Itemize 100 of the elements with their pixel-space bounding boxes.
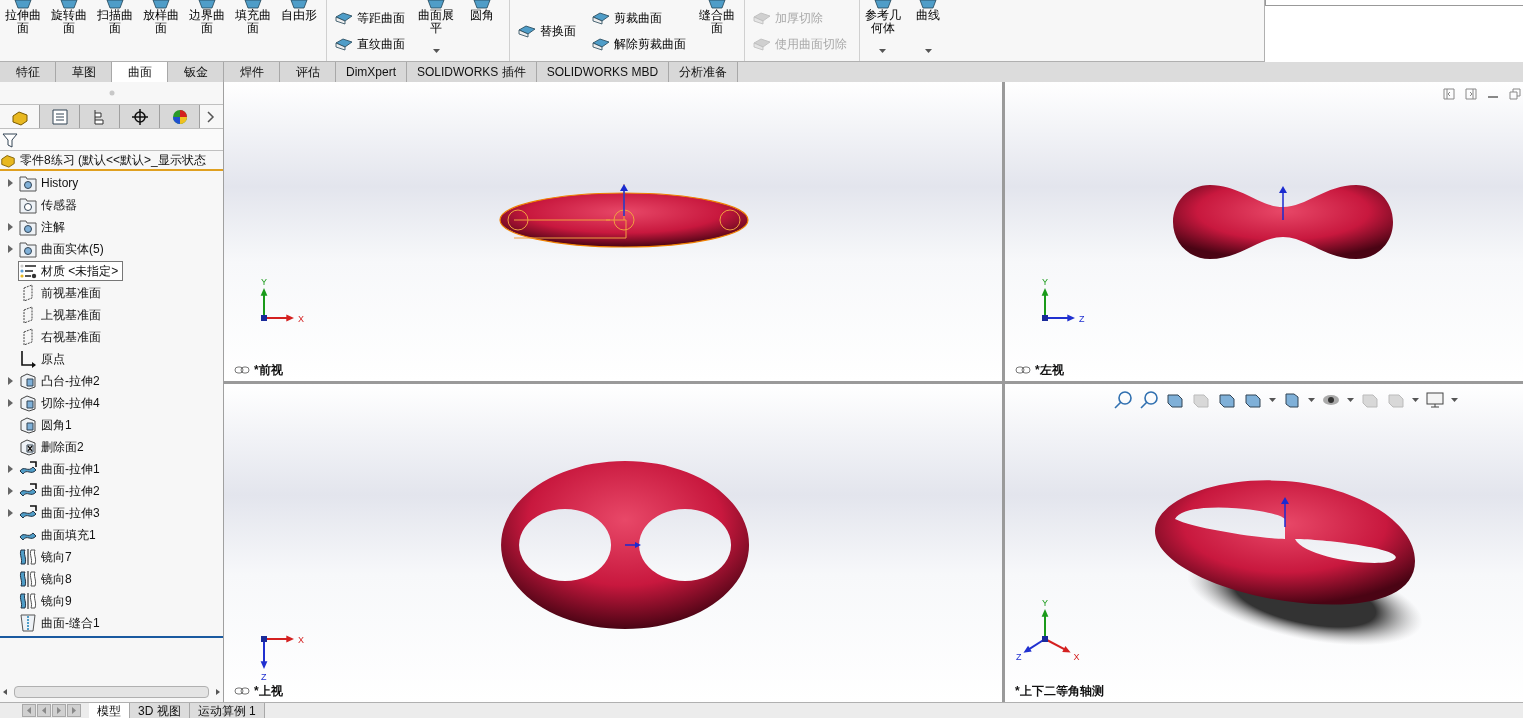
command-tab[interactable]: SOLIDWORKS 插件 — [407, 62, 537, 82]
model-tab[interactable]: 3D 视图 — [130, 703, 190, 718]
appearance-icon[interactable] — [160, 105, 200, 128]
expand-arrow-icon[interactable] — [7, 509, 13, 517]
ribbon-tool-button[interactable]: 填充曲面 — [230, 0, 276, 61]
ribbon-tool-button[interactable]: 曲线 — [905, 0, 951, 61]
command-tab[interactable]: SOLIDWORKS MBD — [536, 62, 670, 82]
pane-left-icon[interactable] — [1443, 88, 1455, 100]
expand-arrow-icon[interactable] — [7, 179, 13, 187]
graphics-viewport[interactable]: Y Z X *上下二等角轴测 — [1005, 384, 1523, 702]
expand-arrow-icon[interactable] — [7, 377, 13, 385]
tree-item[interactable]: 圆角1 — [18, 415, 77, 435]
horizontal-scrollbar[interactable] — [14, 686, 209, 698]
command-tab[interactable]: 草图 — [56, 62, 112, 82]
tree-item[interactable]: 镜向7 — [18, 547, 77, 567]
view-label: *上视 — [254, 683, 283, 700]
expand-arrow-icon[interactable] — [7, 223, 13, 231]
model-tab[interactable]: 运动算例 1 — [189, 703, 265, 718]
expand-arrow-icon[interactable] — [7, 245, 13, 253]
feature-icon — [19, 394, 37, 412]
expand-arrow-icon[interactable] — [7, 487, 13, 495]
tree-item[interactable]: 传感器 — [18, 195, 82, 215]
folder-icon — [19, 240, 37, 258]
ribbon-tool-button[interactable]: 解除剪裁曲面 — [592, 34, 686, 53]
tree-item[interactable]: 曲面填充1 — [18, 525, 101, 545]
graphics-viewport[interactable]: Y Z *左视 — [1005, 82, 1523, 381]
tool-icon — [289, 0, 309, 9]
tool-icon — [335, 36, 353, 51]
tree-item[interactable]: 曲面-拉伸2 — [18, 481, 105, 501]
ribbon-tool-button[interactable]: 放样曲面 — [138, 0, 184, 61]
axis-label: Y — [1042, 598, 1048, 608]
command-tab[interactable]: 评估 — [280, 62, 336, 82]
tree-item[interactable]: 曲面-拉伸3 — [18, 503, 105, 523]
tool-icon — [592, 10, 610, 25]
command-tab[interactable]: DimXpert — [336, 62, 407, 82]
filter-icon — [2, 131, 18, 148]
tree-item[interactable]: 曲面-拉伸1 — [18, 459, 105, 479]
property-list-icon[interactable] — [40, 105, 80, 128]
axis-label: Z — [261, 672, 267, 682]
tree-item[interactable]: 材质 <未指定> — [18, 261, 124, 281]
tool-icon — [753, 36, 771, 51]
ribbon-tool-button[interactable]: 边界曲面 — [184, 0, 230, 61]
graphics-viewport[interactable]: Y X *前视 — [224, 82, 1002, 381]
model-tab[interactable]: 模型 — [89, 703, 130, 718]
expand-arrow-icon[interactable] — [7, 465, 13, 473]
ribbon-tool-button[interactable]: 自由形 — [276, 0, 322, 61]
link-icon — [1015, 366, 1031, 374]
chevron-right-icon[interactable] — [207, 110, 215, 123]
tool-icon — [872, 0, 893, 9]
tree-item[interactable]: 原点 — [18, 349, 70, 369]
tree-item[interactable]: 前视基准面 — [18, 283, 106, 303]
zoom-area-icon[interactable] — [1139, 390, 1159, 410]
ribbon-tool-button[interactable]: 参考几何体 — [859, 0, 905, 61]
ribbon-tool-button[interactable]: 曲面展平 — [413, 0, 459, 61]
command-tab[interactable]: 曲面 — [112, 62, 168, 82]
caret-icon — [1451, 398, 1458, 402]
tree-item[interactable]: History — [18, 173, 84, 193]
command-tab[interactable]: 焊件 — [224, 62, 280, 82]
axis-label: Z — [1016, 651, 1022, 662]
part-name[interactable]: 零件8练习 (默认<<默认>_显示状态 — [20, 151, 206, 169]
caret-icon — [1412, 398, 1419, 402]
axis-label: X — [1073, 651, 1080, 662]
tool-icon — [592, 36, 610, 51]
ribbon-tool-button[interactable]: 等距曲面 — [335, 8, 405, 27]
tree-item[interactable]: 曲面-缝合1 — [18, 613, 105, 633]
origin-marker — [1042, 636, 1048, 642]
ribbon-tool-button[interactable]: 缝合曲面 — [694, 0, 740, 61]
tree-item[interactable]: 上视基准面 — [18, 305, 106, 325]
ribbon-tool-button[interactable]: 剪裁曲面 — [592, 8, 686, 27]
tree-item[interactable]: 镜向8 — [18, 569, 77, 589]
ribbon-tool-button[interactable]: 圆角 — [459, 0, 505, 61]
crosshair-icon[interactable] — [120, 105, 160, 128]
ribbon-tool-button[interactable]: 拉伸曲面 — [0, 0, 46, 61]
material-icon — [19, 262, 37, 280]
pane-right-icon[interactable] — [1465, 88, 1477, 100]
tool-icon — [151, 0, 171, 9]
command-tab[interactable]: 特征 — [0, 62, 56, 82]
zoom-to-fit-icon[interactable] — [1113, 390, 1133, 410]
search-field[interactable] — [1265, 0, 1523, 6]
command-tab[interactable]: 钣金 — [168, 62, 224, 82]
tree-item[interactable]: 切除-拉伸4 — [18, 393, 105, 413]
tree-item[interactable]: 镜向9 — [18, 591, 77, 611]
graphics-viewport[interactable]: X Z *上视 — [224, 384, 1002, 702]
ribbon-tool-button[interactable]: 旋转曲面 — [46, 0, 92, 61]
command-tab[interactable]: 分析准备 — [669, 62, 739, 82]
ribbon-tool-button[interactable]: 直纹曲面 — [335, 34, 405, 53]
tree-item[interactable]: 凸台-拉伸2 — [18, 371, 105, 391]
tool-icon — [13, 0, 33, 9]
tree-item[interactable]: 删除面2 — [18, 437, 89, 457]
ribbon-tool-button[interactable]: 替换面 — [518, 21, 576, 40]
ribbon-tool-button[interactable]: 扫描曲面 — [92, 0, 138, 61]
link-icon — [234, 687, 250, 695]
tool-icon — [105, 0, 125, 9]
tree-item[interactable]: 右视基准面 — [18, 327, 106, 347]
origin-icon — [19, 350, 37, 368]
mirror-icon — [19, 548, 37, 566]
expand-arrow-icon[interactable] — [7, 399, 13, 407]
tree-item[interactable]: 曲面实体(5) — [18, 239, 109, 259]
tree-item[interactable]: 注解 — [18, 217, 70, 237]
folder-icon — [19, 218, 37, 236]
